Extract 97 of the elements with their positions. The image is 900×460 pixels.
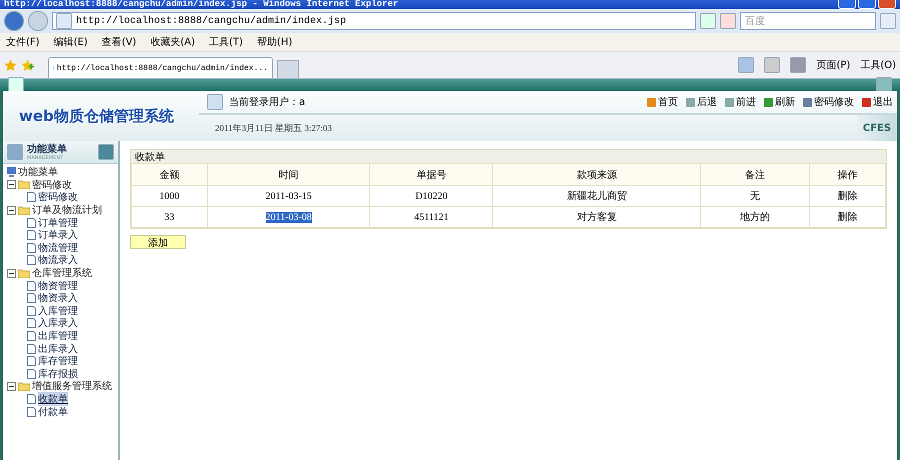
tree-item[interactable]: 物流录入 — [38, 253, 78, 268]
document-icon — [27, 356, 36, 366]
document-icon — [27, 293, 36, 304]
menu-item[interactable]: 收藏夹(A) — [150, 35, 195, 49]
toolbar-link[interactable]: 首页 — [647, 95, 678, 109]
tree-item[interactable]: 出库管理 — [38, 329, 78, 344]
table-cell: 对方客复 — [492, 206, 701, 228]
document-icon — [27, 306, 36, 316]
document-icon — [27, 192, 36, 202]
toolbar-link[interactable]: 前进 — [725, 95, 756, 109]
document-icon — [27, 280, 36, 291]
tree-item[interactable]: 出库录入 — [38, 342, 78, 356]
tree-item[interactable]: 物资管理 — [38, 278, 78, 293]
address-field[interactable]: http://localhost:8888/cangchu/admin/index.jsp — [52, 12, 696, 30]
star-icon[interactable] — [4, 58, 17, 72]
search-button[interactable] — [880, 13, 896, 29]
column-header: 备注 — [700, 164, 810, 186]
tree-item[interactable]: 物资录入 — [38, 291, 78, 306]
document-icon — [27, 368, 36, 379]
table-cell: 2011-03-15 — [207, 186, 370, 206]
browser-tab[interactable]: http://localhost:8888/cangchu/admin/index... — [48, 57, 273, 78]
column-header: 操作 — [810, 164, 886, 186]
tree-group[interactable]: 密码修改 — [32, 178, 72, 192]
new-tab-button[interactable] — [277, 60, 299, 78]
menu-item[interactable]: 工具(T) — [209, 35, 243, 49]
menu-item[interactable]: 文件(F) — [6, 35, 40, 49]
expand-toggle[interactable] — [7, 180, 16, 190]
app-logo: web物质仓储管理系统 — [19, 106, 174, 126]
document-icon — [27, 344, 36, 354]
column-header: 单据号 — [370, 164, 493, 186]
document-icon — [27, 394, 36, 404]
tree-item[interactable]: 订单管理 — [38, 216, 78, 230]
add-favorite-icon[interactable] — [21, 58, 34, 72]
tree-group[interactable]: 增值服务管理系统 — [32, 379, 112, 394]
expand-toggle[interactable] — [7, 382, 16, 391]
expand-toggle[interactable] — [7, 206, 16, 215]
table-cell: D10220 — [370, 186, 493, 206]
sidebar-title: 功能菜单 — [27, 144, 68, 154]
menu-item[interactable]: 查看(V) — [102, 35, 136, 49]
tree-item[interactable]: 库存管理 — [38, 354, 78, 368]
table-cell: 33 — [132, 206, 208, 228]
folder-icon — [18, 268, 30, 278]
table-cell: 4511121 — [370, 206, 493, 228]
forward-button[interactable] — [28, 11, 48, 31]
column-header: 款项来源 — [492, 164, 701, 186]
tree-group[interactable]: 仓库管理系统 — [32, 266, 92, 280]
column-header: 金额 — [132, 164, 208, 186]
toolbar-link[interactable]: 退出 — [862, 95, 893, 109]
tree-group[interactable]: 订单及物流计划 — [32, 203, 102, 218]
table-cell: 无 — [700, 186, 810, 206]
menu-item[interactable]: 编辑(E) — [54, 35, 88, 49]
folder-icon — [18, 382, 30, 391]
document-icon — [27, 255, 36, 266]
refresh-button[interactable] — [700, 13, 716, 29]
computer-icon — [7, 167, 16, 178]
add-button[interactable]: 添加 — [130, 235, 186, 249]
delete-link[interactable]: 删除 — [838, 212, 858, 223]
tree-item[interactable]: 订单录入 — [38, 228, 78, 242]
folder-icon — [18, 180, 30, 190]
expand-toggle[interactable] — [7, 268, 16, 278]
table-cell: 1000 — [132, 186, 208, 206]
folder-icon — [18, 206, 30, 215]
collapse-button[interactable] — [98, 144, 114, 160]
delete-link[interactable]: 删除 — [838, 191, 858, 202]
close-button[interactable] — [878, 0, 896, 9]
stop-button[interactable] — [720, 13, 736, 29]
panel-title: 收款单 — [131, 150, 886, 163]
tree-item[interactable]: 库存报损 — [38, 366, 78, 381]
menu-item[interactable]: 帮助(H) — [256, 35, 292, 49]
document-icon — [27, 406, 36, 417]
document-icon — [27, 318, 36, 328]
tree-item[interactable]: 付款单 — [38, 404, 68, 419]
date-time: 2011年3月11日 星期五 3:27:03 — [215, 122, 332, 134]
tree-item[interactable]: 入库管理 — [38, 304, 78, 318]
tree-root[interactable]: 功能菜单 — [18, 165, 58, 180]
tree-item[interactable]: 入库录入 — [38, 316, 78, 330]
toolbar-link[interactable]: 后退 — [686, 95, 717, 109]
toolbar-link[interactable]: 刷新 — [764, 95, 795, 109]
current-user: 当前登录用户：a — [229, 96, 306, 109]
back-button[interactable] — [4, 11, 24, 31]
tree-item[interactable]: 物流管理 — [38, 240, 78, 255]
document-icon — [27, 331, 36, 342]
document-icon — [27, 242, 36, 253]
table-cell: 新疆花儿商贸 — [492, 186, 701, 206]
toolbar-link[interactable]: 密码修改 — [803, 95, 854, 109]
table-cell: 2011-03-08 — [207, 206, 370, 228]
maximize-button[interactable] — [858, 0, 876, 9]
minimize-button[interactable] — [838, 0, 856, 9]
document-icon — [27, 218, 36, 228]
brand-label: CFES — [857, 115, 897, 141]
tree-item[interactable]: 密码修改 — [38, 190, 78, 204]
document-icon — [27, 230, 36, 240]
table-cell: 地方的 — [700, 206, 810, 228]
tree-item[interactable]: 收款单 — [38, 392, 68, 406]
column-header: 时间 — [207, 164, 370, 186]
command-button[interactable]: 页面(P) — [816, 58, 850, 72]
command-button[interactable]: 工具(O) — [860, 58, 896, 72]
